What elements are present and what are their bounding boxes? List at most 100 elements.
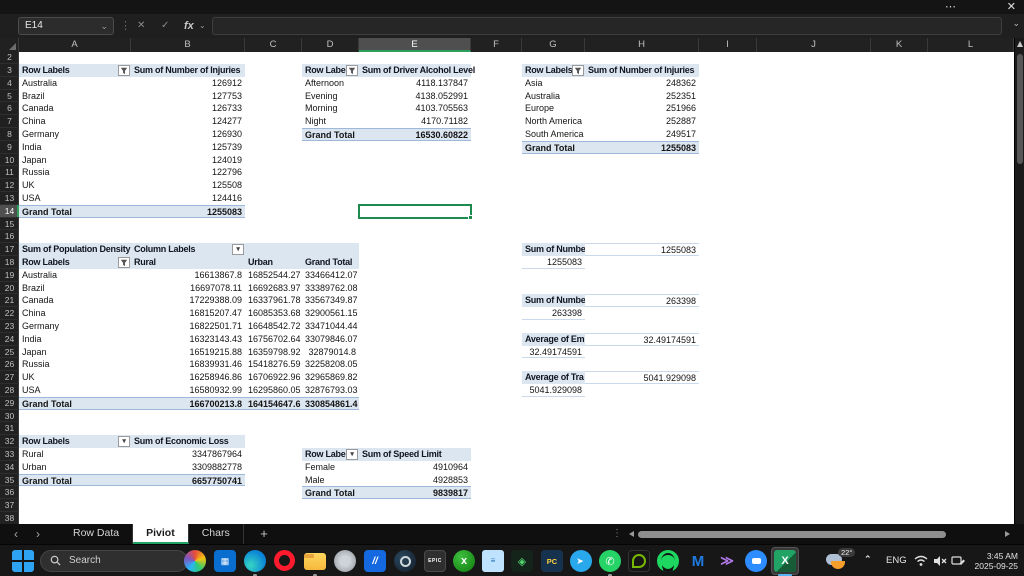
dropdown-icon[interactable]: ▾ <box>232 244 244 255</box>
opera-icon[interactable] <box>274 550 295 571</box>
pivot-value[interactable]: 4928853 <box>359 474 471 487</box>
filter-icon[interactable] <box>572 65 584 76</box>
spotify-icon[interactable] <box>657 550 679 572</box>
pivot-value[interactable]: 248362 <box>585 77 699 90</box>
pivot-value[interactable]: 33079846.07 <box>302 333 359 346</box>
row-header-13[interactable]: 13 <box>0 192 19 205</box>
row-header-9[interactable]: 9 <box>0 141 19 154</box>
pivot-row-label[interactable]: North America <box>522 115 585 128</box>
pivot-grand-total-label[interactable]: Grand Total <box>19 204 131 218</box>
next-sheet-icon[interactable]: › <box>30 524 46 544</box>
chevron-down-icon[interactable]: ⌄ <box>199 17 206 35</box>
pivot-row-label[interactable]: USA <box>19 384 131 397</box>
sheet-tab-row-data[interactable]: Row Data <box>60 524 134 544</box>
pivot-value[interactable]: 16839931.46 <box>131 358 245 371</box>
pivot-value[interactable]: 16822501.71 <box>131 320 245 333</box>
notepad-icon[interactable]: ≡ <box>482 550 504 572</box>
side-check-value[interactable]: 5041.929098 <box>585 371 699 384</box>
explorer-icon[interactable] <box>304 553 326 570</box>
row-header-19[interactable]: 19 <box>0 269 19 282</box>
pivot-header-fill[interactable] <box>245 243 302 256</box>
pivot-grand-total-value[interactable]: 6657750741 <box>131 473 245 487</box>
insert-function-icon[interactable]: fx <box>184 17 194 35</box>
pivot-row-label[interactable]: Brazil <box>19 282 131 295</box>
pivot-row-label[interactable]: Japan <box>19 154 131 167</box>
pivot-grand-total-value[interactable]: 330854861.4 <box>302 396 359 410</box>
pivot-value[interactable]: 16852544.27 <box>245 269 302 282</box>
whatsapp-icon[interactable]: ✆ <box>599 550 621 572</box>
pivot-value[interactable]: 16613867.8 <box>131 269 245 282</box>
telegram-icon[interactable]: ➤ <box>570 550 592 572</box>
pivot-value[interactable]: 125739 <box>131 141 245 154</box>
volume-muted-icon[interactable] <box>933 554 947 568</box>
pivot-value[interactable]: 16648542.72 <box>245 320 302 333</box>
pivot-row-label[interactable]: Japan <box>19 346 131 359</box>
dropdown-icon[interactable]: ▾ <box>118 436 130 447</box>
pivot-grand-total-label[interactable]: Grand Total <box>302 486 359 500</box>
row-header-6[interactable]: 6 <box>0 102 19 116</box>
pivot-value[interactable]: 15418276.59 <box>245 358 302 371</box>
row-header-21[interactable]: 21 <box>0 294 19 308</box>
search-input[interactable]: Search <box>40 550 188 572</box>
select-all-corner[interactable] <box>0 38 19 52</box>
visual-studio-icon[interactable]: ≫ <box>716 550 738 572</box>
pivot-title[interactable]: Sum of Population Density <box>19 243 131 256</box>
wifi-icon[interactable] <box>914 554 928 568</box>
pivot-value[interactable]: 16295860.05 <box>245 384 302 397</box>
row-header-5[interactable]: 5 <box>0 90 19 103</box>
pivot-row-label[interactable]: South America <box>522 128 585 141</box>
row-header-26[interactable]: 26 <box>0 358 19 372</box>
pivot-grand-total-label[interactable]: Grand Total <box>522 140 585 154</box>
gray-app-icon[interactable] <box>334 550 356 572</box>
pivot-row-label[interactable]: Australia <box>19 77 131 90</box>
pivot-grand-total-label[interactable]: Grand Total <box>19 473 131 487</box>
pivot-value[interactable]: 3347867964 <box>131 448 245 461</box>
pivot-grand-total-value[interactable]: 1255083 <box>585 140 699 154</box>
photos-icon[interactable] <box>184 550 206 572</box>
pivot-value[interactable]: 16706922.96 <box>245 371 302 384</box>
pivot-value[interactable]: 4910964 <box>359 461 471 474</box>
row-header-4[interactable]: 4 <box>0 77 19 90</box>
pivot-row-label[interactable]: Brazil <box>19 90 131 103</box>
column-header-F[interactable]: F <box>471 38 522 52</box>
pivot-value[interactable]: 33466412.07 <box>302 269 359 282</box>
nvidia-icon[interactable] <box>628 550 650 572</box>
edge-icon[interactable] <box>244 550 266 572</box>
pivot-value[interactable]: 126930 <box>131 128 245 141</box>
clock[interactable]: 3:45 AM 2025-09-25 <box>962 551 1018 571</box>
pivot-value[interactable]: 126733 <box>131 102 245 115</box>
pivot-value-header[interactable]: Sum of Economic Loss <box>131 435 245 448</box>
sheet-grid[interactable]: Row Labels Sum of Number of Injuries Austr… <box>19 52 1014 524</box>
pivot-row-label[interactable]: Morning <box>302 102 359 115</box>
name-box[interactable]: E14 ⌄ <box>18 17 114 35</box>
pivot-value[interactable]: 4103.705563 <box>359 102 471 115</box>
row-header-16[interactable]: 16 <box>0 230 19 244</box>
pivot-column-labels-header[interactable]: Column Labels ▾ <box>131 243 245 256</box>
pivot-value[interactable]: 122796 <box>131 166 245 179</box>
scroll-up-icon[interactable] <box>1017 41 1023 47</box>
pivot-value[interactable]: 125508 <box>131 179 245 192</box>
side-pivot-header[interactable]: Average of Em <box>522 332 585 346</box>
enter-icon[interactable]: ✓ <box>161 17 169 35</box>
column-header-B[interactable]: B <box>131 38 245 52</box>
row-header-31[interactable]: 31 <box>0 422 19 436</box>
horizontal-scrollbar-thumb[interactable] <box>638 530 946 538</box>
side-pivot-header[interactable]: Average of Tra <box>522 371 585 384</box>
pivot-row-labels-header[interactable]: Row Labels <box>19 64 131 77</box>
pivot-grand-total-value[interactable]: 16530.60822 <box>359 128 471 141</box>
pivot-row-label[interactable]: Urban <box>19 461 131 474</box>
pivot-row-label[interactable]: Australia <box>19 269 131 282</box>
row-header-11[interactable]: 11 <box>0 166 19 180</box>
scroll-right-icon[interactable] <box>1005 531 1010 537</box>
pivot-row-label[interactable]: Russia <box>19 358 131 371</box>
pivot-value[interactable]: 124277 <box>131 115 245 128</box>
pivot-value-header[interactable]: Sum of Number of Injuries <box>131 64 245 77</box>
add-sheet-button[interactable]: + <box>254 524 274 543</box>
blue-slash-app-icon[interactable]: // <box>364 550 386 572</box>
side-check-value[interactable]: 1255083 <box>585 243 699 256</box>
start-button-icon[interactable] <box>12 550 34 572</box>
pivot-value[interactable]: 16337961.78 <box>245 294 302 307</box>
pivot-value[interactable]: 127753 <box>131 90 245 103</box>
row-header-22[interactable]: 22 <box>0 307 19 320</box>
side-pivot-total[interactable]: 5041.929098 <box>522 384 585 397</box>
